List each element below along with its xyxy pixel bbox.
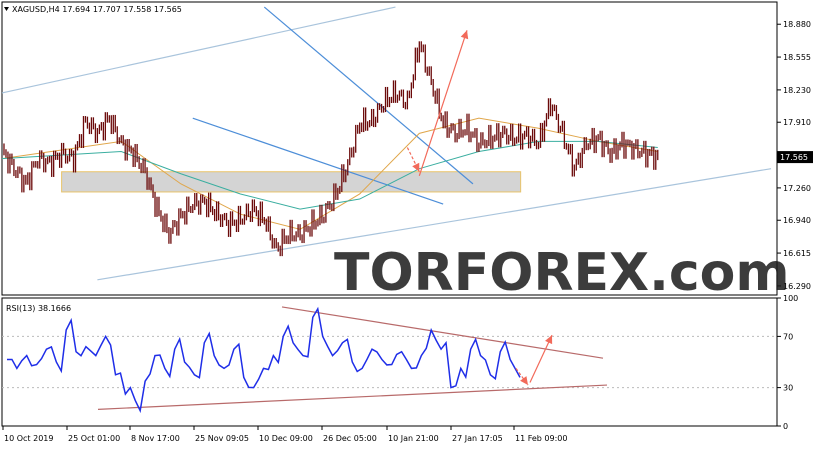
price-tick-label-3: 17.910 [783,118,811,127]
support-zone [61,171,522,193]
price-tick-label-4: 17.260 [783,184,811,193]
chart-svg: 18.88018.55518.23017.91017.26016.94016.6… [0,0,815,449]
price-legend: XAGUSD,H4 17.694 17.707 17.558 17.565 [12,5,182,14]
price-tick-label-0: 18.880 [783,20,811,29]
price-tick-label-1: 18.555 [783,53,811,62]
time-tick-label-2: 8 Nov 17:00 [131,434,180,443]
time-tick-label-3: 25 Nov 09:05 [195,434,249,443]
rsi-tick-label-2: 30 [783,384,793,393]
price-tick-label-5: 16.940 [783,216,811,225]
time-tick-label-4: 10 Dec 09:00 [259,434,313,443]
time-tick-label-0: 10 Oct 2019 [4,434,53,443]
price-tick-label-2: 18.230 [783,86,811,95]
time-tick-label-6: 10 Jan 21:00 [388,434,439,443]
rsi-tick-label-1: 70 [783,332,793,341]
forex-chart: 18.880 18.555 18.230 17.910 17.260 16.940 16.6… [0,0,815,449]
current-price-label: 17.565 [780,153,808,162]
watermark-logo: TORFOREX.com [334,243,790,303]
time-tick-label-8: 11 Feb 09:00 [515,434,567,443]
rsi-title: RSI(13) 38.1666 [6,304,71,313]
time-tick-label-7: 27 Jan 17:05 [452,434,503,443]
rsi-tick-label-0: 100 [783,294,798,303]
svg-text:TORFOREX.com: TORFOREX.com [334,243,790,303]
rsi-tick-label-3: 0 [783,422,788,431]
time-tick-label-5: 26 Dec 05:00 [323,434,377,443]
time-tick-label-1: 25 Oct 01:00 [68,434,120,443]
